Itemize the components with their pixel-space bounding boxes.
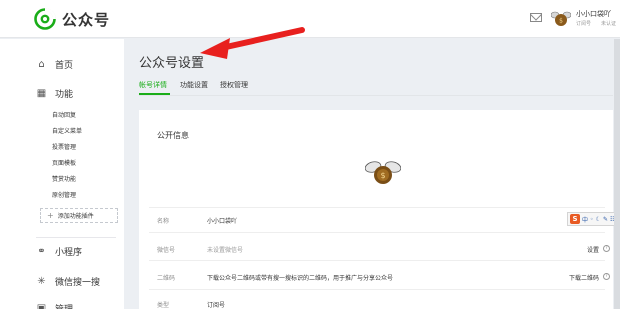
verify-status: 未认证 bbox=[601, 21, 617, 27]
add-plugin-button[interactable]: + 添加功能插件 bbox=[40, 208, 118, 223]
row-divider bbox=[149, 289, 605, 290]
sidebar-item-wechat-search[interactable]: ✳ 微信搜一搜 bbox=[36, 275, 100, 288]
ime-toolbar[interactable]: S 中 ◦ ☾ ✎ ☷ bbox=[567, 212, 617, 226]
svg-text:$: $ bbox=[559, 18, 563, 25]
row-value-wechat-id: 未设置微信号 bbox=[207, 247, 244, 254]
row-divider bbox=[149, 232, 605, 233]
download-qrcode-button[interactable]: 下载二维码 bbox=[569, 273, 599, 282]
sidebar-item-home[interactable]: ⌂ 首页 bbox=[36, 58, 73, 71]
link-icon: ⚭ bbox=[37, 246, 46, 257]
row-value-type: 订阅号 bbox=[207, 302, 226, 309]
sidebar-item-label: 首页 bbox=[55, 61, 74, 71]
top-bar: 公众号 $ 小小口袋吖 订阅号 未认证 bbox=[0, 0, 620, 38]
grid-icon: ▦ bbox=[36, 88, 47, 99]
row-label-qrcode: 二维码 bbox=[157, 275, 176, 282]
svg-text:$: $ bbox=[380, 171, 385, 180]
page-title: 公众号设置 bbox=[139, 56, 205, 71]
ime-mode[interactable]: 中 bbox=[582, 215, 588, 224]
row-value-qrcode: 下载公众号二维码或带有搜一搜标识的二维码，用于推广与分享公众号 bbox=[207, 275, 394, 282]
plus-icon: + bbox=[47, 211, 54, 220]
wechat-official-logo-icon[interactable] bbox=[34, 8, 56, 30]
row-label-type: 类型 bbox=[157, 302, 170, 309]
mail-icon[interactable] bbox=[530, 13, 542, 22]
help-icon[interactable]: ? bbox=[603, 273, 610, 280]
annotation-arrow bbox=[200, 27, 305, 59]
sogou-ime-icon[interactable]: S bbox=[570, 214, 580, 224]
set-wechat-id-button[interactable]: 设置 bbox=[587, 245, 599, 254]
sidebar-subitem-custom-menu[interactable]: 自定义菜单 bbox=[52, 126, 82, 135]
sidebar-subitem-reward[interactable]: 赞赏功能 bbox=[52, 174, 76, 183]
sidebar: ⌂ 首页 ▦ 功能 自动回复 自定义菜单 投票管理 页面模板 赞赏功能 原创管理… bbox=[0, 39, 124, 309]
sidebar-item-label: 微信搜一搜 bbox=[55, 278, 101, 288]
scrollbar[interactable] bbox=[614, 39, 620, 309]
sidebar-divider bbox=[36, 237, 116, 238]
row-label-name: 名称 bbox=[157, 218, 170, 225]
app-name[interactable]: 公众号 bbox=[62, 9, 110, 30]
sidebar-subitem-page-template[interactable]: 页面模板 bbox=[52, 158, 76, 167]
sidebar-item-features[interactable]: ▦ 功能 bbox=[36, 87, 73, 100]
manage-icon: ▣ bbox=[36, 303, 47, 309]
ime-skin-icon[interactable]: ✎ bbox=[603, 216, 608, 223]
avatar[interactable]: $ bbox=[551, 8, 571, 28]
sparkle-icon: ✳ bbox=[37, 276, 46, 287]
row-value-name: 小小口袋吖 bbox=[207, 218, 238, 225]
ime-punct-icon[interactable]: ◦ bbox=[590, 216, 594, 223]
sidebar-subitem-original[interactable]: 原创管理 bbox=[52, 190, 76, 199]
add-plugin-label: 添加功能插件 bbox=[57, 213, 94, 220]
public-info-card: 公开信息 $ 名称 小小口袋吖 微信号 未设置微信号 设置 ? 二维码 下载公众… bbox=[139, 110, 613, 309]
sidebar-subitem-auto-reply[interactable]: 自动回复 bbox=[52, 110, 76, 119]
account-type: 订阅号 bbox=[576, 21, 592, 27]
row-divider bbox=[149, 260, 605, 261]
section-title: 公开信息 bbox=[157, 131, 189, 140]
tab-authorization[interactable]: 授权管理 bbox=[220, 80, 248, 90]
home-icon: ⌂ bbox=[38, 59, 45, 70]
tab-feature-settings[interactable]: 功能设置 bbox=[180, 80, 208, 90]
sidebar-item-label: 小程序 bbox=[55, 248, 83, 258]
sidebar-item-mini-program[interactable]: ⚭ 小程序 bbox=[36, 245, 82, 258]
tab-account-details[interactable]: 帐号详情 bbox=[139, 80, 167, 90]
row-label-wechat-id: 微信号 bbox=[157, 247, 176, 254]
sidebar-item-label: 管理 bbox=[55, 302, 73, 309]
row-divider bbox=[149, 207, 605, 208]
ime-moon-icon[interactable]: ☾ bbox=[596, 216, 601, 223]
sidebar-item-label: 功能 bbox=[55, 90, 74, 100]
account-name[interactable]: 小小口袋吖 bbox=[576, 9, 611, 19]
sidebar-item-manage[interactable]: ▣ 管理 bbox=[36, 302, 73, 309]
help-icon[interactable]: ? bbox=[603, 245, 610, 252]
sidebar-subitem-vote[interactable]: 投票管理 bbox=[52, 142, 76, 151]
tabs-divider bbox=[139, 95, 613, 96]
account-logo[interactable]: $ bbox=[365, 159, 401, 185]
